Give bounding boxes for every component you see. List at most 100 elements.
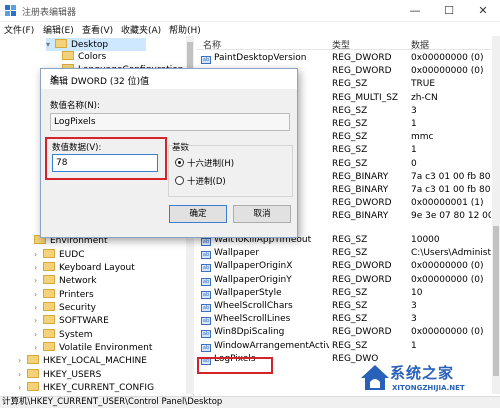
value-name-cell: ab PaintDesktopVersion	[201, 52, 329, 65]
value-data: 7a c3 01 00 fb 80 04	[411, 185, 491, 195]
chevron-right-icon[interactable]: ›	[34, 314, 43, 327]
value-type: REG_BINARY	[332, 185, 389, 195]
chevron-down-icon[interactable]: ▾	[46, 38, 55, 51]
cancel-button[interactable]: 取消	[233, 205, 291, 223]
minimize-button[interactable]: —	[398, 0, 432, 22]
value-name-cell: ab Win8DpiScaling	[201, 326, 329, 339]
tree-item-security[interactable]: › Security	[34, 301, 96, 314]
tree-item-label: Network	[59, 276, 97, 286]
chevron-right-icon[interactable]: ›	[34, 261, 43, 274]
value-type: REG_DWORD	[332, 327, 392, 338]
tree-item-hkey-local-machine[interactable]: › HKEY_LOCAL_MACHINE	[18, 354, 147, 367]
value-data: 7a c3 01 00 fb 80 04	[411, 171, 491, 182]
menu-help[interactable]: 帮助(H)	[169, 23, 201, 36]
chevron-right-icon[interactable]: ›	[34, 301, 43, 314]
tree-item-label: HKEY_USERS	[43, 370, 102, 380]
value-data: 0x00000000 (0)	[411, 327, 484, 338]
value-name: PaintDesktopVersion	[214, 53, 307, 63]
registry-value-icon: ab	[201, 238, 211, 246]
tree-item-software[interactable]: › SOFTWARE	[34, 314, 109, 327]
registry-value-icon: ab	[201, 304, 211, 312]
tree-item-hkey-users[interactable]: › HKEY_USERS	[18, 368, 101, 381]
registry-value-icon: ab	[201, 251, 211, 260]
chevron-right-icon[interactable]: ›	[34, 328, 43, 341]
tree-item-system[interactable]: › System	[34, 328, 93, 341]
watermark-url: XITONGZHIJIA.NET	[392, 384, 465, 392]
close-button[interactable]: ✕	[466, 0, 500, 22]
value-type: REG_SZ	[332, 119, 368, 129]
folder-icon	[43, 275, 55, 284]
hex-radio[interactable]: 十六进制(H)	[175, 157, 234, 169]
value-name-field[interactable]: LogPixels	[50, 113, 290, 131]
tree-item-eudc[interactable]: › EUDC	[34, 248, 85, 261]
folder-icon	[27, 382, 39, 391]
column-header-type[interactable]: 类型	[332, 38, 350, 51]
decimal-radio[interactable]: 十进制(D)	[175, 175, 226, 187]
hex-radio-label: 十六进制(H)	[187, 159, 235, 169]
column-header-data[interactable]: 数据	[411, 38, 429, 51]
value-type: REG_SZ	[332, 145, 368, 156]
table-row[interactable]: ab WheelScrollChars REG_SZ 3	[197, 300, 492, 313]
window-title: 注册表编辑器	[22, 8, 77, 18]
chevron-right-icon[interactable]: ›	[34, 288, 43, 301]
chevron-right-icon[interactable]: ›	[18, 354, 27, 367]
base-group	[168, 145, 293, 197]
menu-view[interactable]: 查看(V)	[82, 23, 113, 36]
folder-icon	[43, 315, 55, 324]
dialog-title-bar: 编辑 DWORD (32 位)值 ✕	[41, 69, 297, 89]
chevron-right-icon[interactable]: ›	[18, 368, 27, 381]
table-row[interactable]: ab Win8DpiScaling REG_DWORD 0x00000000 (0)	[197, 326, 492, 339]
value-data: 1	[411, 340, 417, 351]
chevron-right-icon[interactable]: ›	[34, 274, 43, 287]
title-bar: 注册表编辑器 — ☐ ✕	[0, 0, 500, 22]
tree-item-label: Security	[59, 303, 96, 313]
tree-item-network[interactable]: › Network	[34, 274, 97, 287]
column-header-name[interactable]: 名称	[203, 38, 221, 51]
table-row[interactable]: ab WallpaperOriginY REG_DWORD 0x00000000 (0…	[197, 274, 492, 287]
tree-item-keyboard-layout[interactable]: › Keyboard Layout	[34, 261, 135, 274]
menu-favorites[interactable]: 收藏夹(A)	[121, 23, 161, 36]
tree-item-colors[interactable]: Colors	[62, 51, 106, 64]
menu-file[interactable]: 文件(F)	[4, 23, 34, 36]
value-type: REG_SZ	[332, 314, 368, 325]
table-row[interactable]: ab WallpaperStyle REG_SZ 10	[197, 287, 492, 300]
value-type: REG_SZ	[332, 235, 368, 245]
tree-item-desktop[interactable]: ▾ Desktop	[46, 38, 146, 51]
tree-item-volatile-environment[interactable]: › Volatile Environment	[34, 341, 152, 354]
value-type: REG_SZ	[332, 158, 368, 169]
list-scrollbar[interactable]	[492, 36, 500, 394]
tree-item-printers[interactable]: › Printers	[34, 288, 94, 301]
table-row[interactable]: ab WallpaperOriginX REG_DWORD 0x00000000 (0…	[197, 260, 492, 273]
menu-edit[interactable]: 编辑(E)	[43, 23, 74, 36]
tree-item-label: HKEY_LOCAL_MACHINE	[43, 356, 147, 366]
list-scrollbar-thumb[interactable]	[493, 226, 499, 376]
tree-item-label: System	[59, 330, 93, 340]
dialog-close-icon[interactable]: ✕	[50, 74, 289, 84]
value-data: 3	[411, 301, 417, 311]
value-type: REG_BINARY	[332, 211, 389, 222]
value-type: REG_DWORD	[332, 198, 392, 209]
maximize-button[interactable]: ☐	[432, 0, 466, 22]
chevron-right-icon[interactable]: ›	[34, 248, 43, 261]
folder-icon	[27, 369, 39, 378]
table-row[interactable]: ab PaintDesktopVersion REG_DWORD 0x00000000…	[197, 52, 492, 65]
table-row[interactable]: ab WheelScrollLines REG_SZ 3	[197, 313, 492, 326]
value-type: REG_MULTI_SZ	[332, 92, 399, 103]
value-data: mmc	[411, 132, 434, 143]
value-name-cell: ab WallpaperOriginY	[201, 274, 329, 287]
folder-icon	[55, 39, 67, 48]
value-name: WallpaperOriginX	[214, 261, 293, 272]
ok-button[interactable]: 确定	[169, 205, 227, 223]
radio-unselected-icon	[175, 176, 184, 185]
table-row[interactable]: ab WindowArrangementActive REG_SZ 1	[197, 340, 492, 353]
table-row[interactable]: abWallpaperREG_SZC:\Users\Administra	[197, 247, 492, 260]
value-data-highlight-box	[45, 137, 167, 180]
tree-item-label: SOFTWARE	[59, 316, 109, 326]
tree-item-hkey-current-config[interactable]: › HKEY_CURRENT_CONFIG	[18, 381, 154, 394]
chevron-right-icon[interactable]: ›	[18, 381, 27, 394]
chevron-right-icon[interactable]: ›	[34, 341, 43, 354]
radio-selected-icon	[175, 158, 184, 167]
value-data: zh-CN	[411, 92, 438, 103]
registry-value-icon: ab	[201, 277, 211, 286]
watermark: 系统之家 XITONGZHIJIA.NET	[358, 356, 498, 406]
